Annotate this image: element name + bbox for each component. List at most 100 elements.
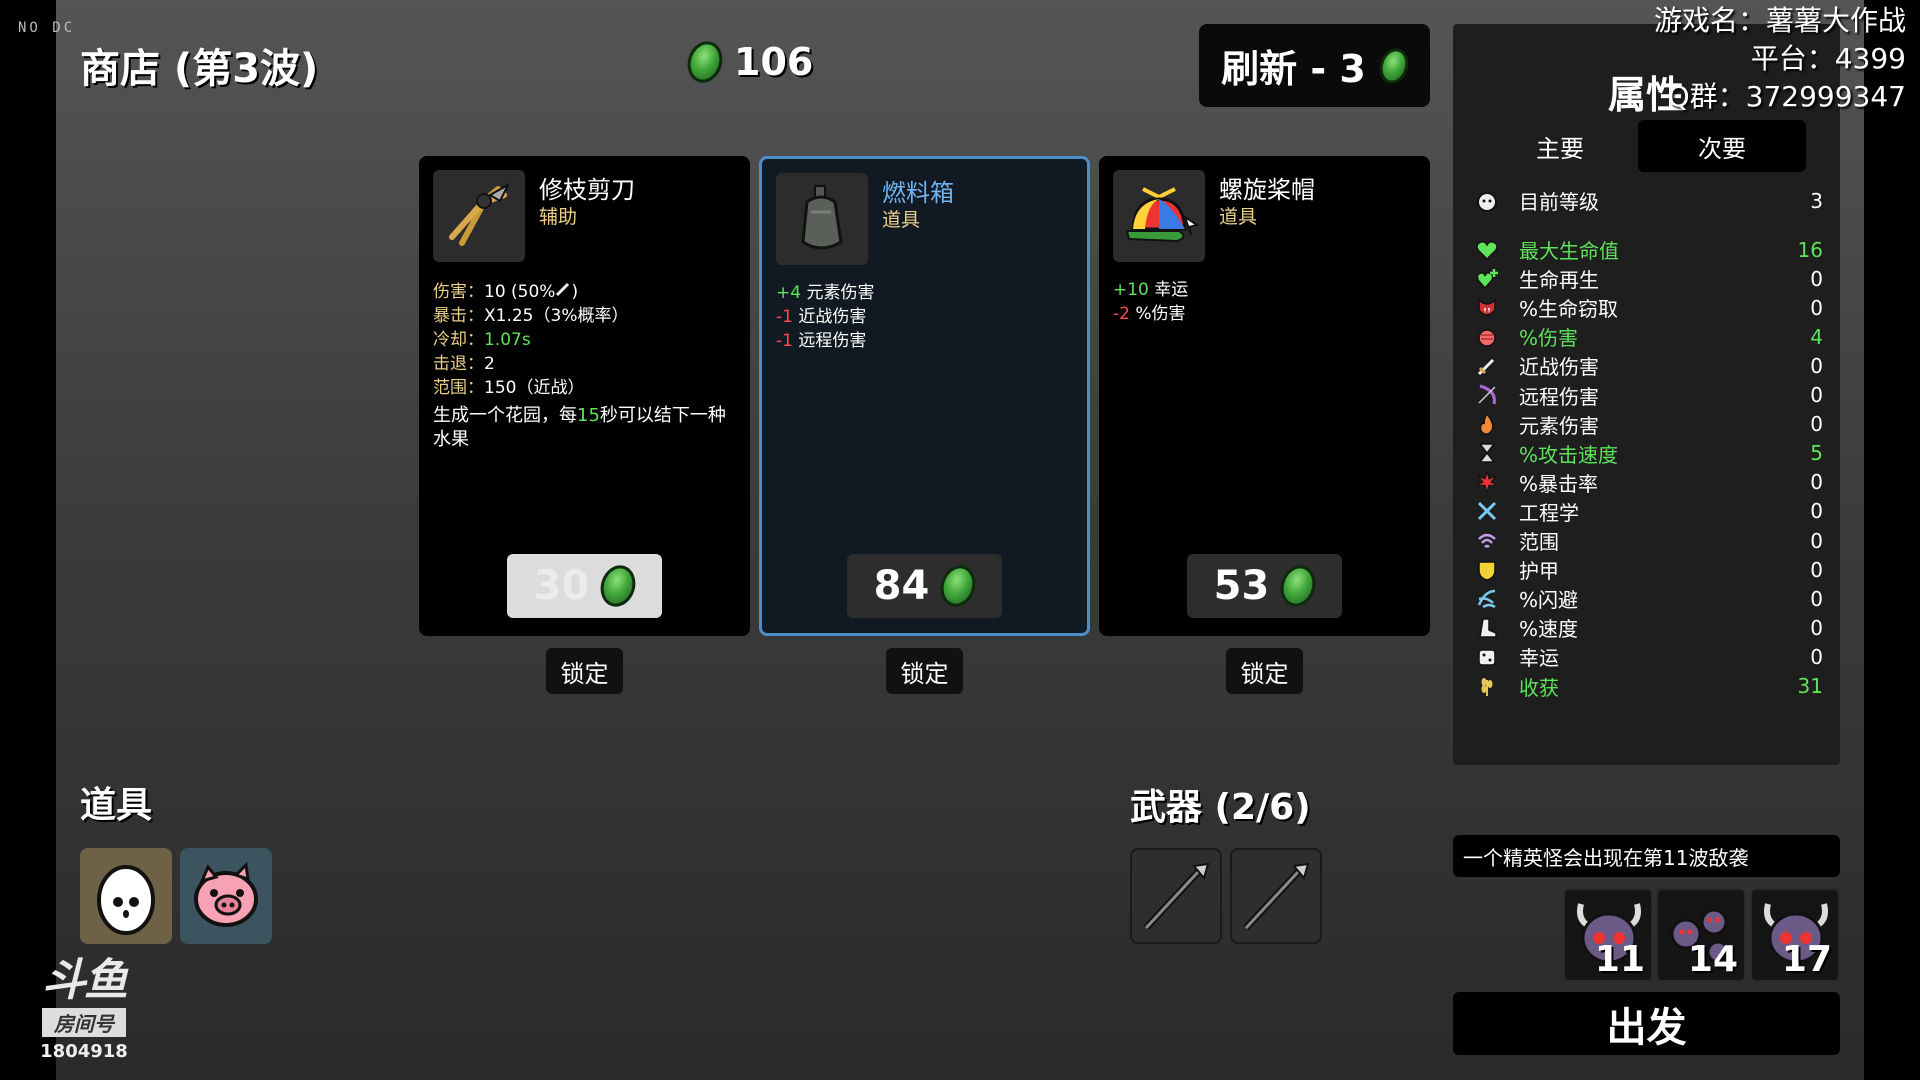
weapon-slot-2[interactable] <box>1230 848 1322 944</box>
buy-price-button[interactable]: 30 <box>507 554 662 618</box>
item-description: 生成一个花园，每15秒可以结下一种水果 <box>433 404 739 452</box>
stat-label: %生命窃取 <box>1519 297 1619 322</box>
douyu-room-id: 1804918 <box>40 1041 128 1062</box>
item-effects: +10 幸运 -2 %伤害 <box>1113 278 1419 326</box>
item-name: 螺旋桨帽 <box>1219 176 1315 204</box>
stat-value: 0 <box>1810 557 1823 582</box>
material-coin-icon <box>682 36 728 88</box>
stat-value: 0 <box>1810 644 1823 669</box>
lock-button-1[interactable]: 锁定 <box>546 648 623 694</box>
effect-value: -1 <box>776 307 793 327</box>
upcoming-wave-1: 11 <box>1563 888 1653 982</box>
stat-label: 范围 <box>1519 530 1559 554</box>
stat-label: %闪避 <box>1519 588 1579 613</box>
stat-label: 远程伤害 <box>1519 384 1599 409</box>
stat-row: 范围 0 <box>1473 526 1823 555</box>
stat-row: %闪避 0 <box>1473 584 1823 613</box>
stat-row: 护甲 0 <box>1473 555 1823 584</box>
stat-label: 暴击： <box>433 306 484 326</box>
stat-value: 150（近战） <box>484 378 585 398</box>
go-button[interactable]: 出发 <box>1453 992 1840 1055</box>
refresh-button[interactable]: 刷新 - 3 <box>1199 24 1430 107</box>
overlay-qq-group: Q群：372999347 <box>1667 80 1906 113</box>
stat-value: X1.25（3%概率） <box>484 306 629 326</box>
stat-label: 生命再生 <box>1519 268 1599 293</box>
effect-value: +4 <box>776 283 802 303</box>
crit-burst-icon <box>1473 468 1501 496</box>
shop-item-card-3[interactable]: 螺旋桨帽 道具 +10 幸运 -2 %伤害 53 <box>1099 156 1430 636</box>
shop-title: 商店 (第3波) <box>80 46 319 92</box>
effect-value: +10 <box>1113 280 1149 300</box>
regen-heart-icon <box>1473 265 1501 293</box>
lock-button-3[interactable]: 锁定 <box>1226 648 1303 694</box>
lock-button-2[interactable]: 锁定 <box>886 648 963 694</box>
stat-value: 2 <box>484 354 495 374</box>
item-type: 道具 <box>882 209 921 231</box>
stat-value: 4 <box>1810 324 1823 349</box>
piggy-bank-icon <box>194 861 258 927</box>
effect-label: %伤害 <box>1135 304 1186 324</box>
dice-icon <box>1473 643 1501 671</box>
buy-price-button[interactable]: 53 <box>1187 554 1342 618</box>
item-type: 道具 <box>1219 206 1258 228</box>
wave-number: 17 <box>1781 939 1832 980</box>
tab-primary[interactable]: 主要 <box>1476 120 1644 172</box>
sword-icon <box>556 282 570 297</box>
wave-number: 14 <box>1687 939 1738 980</box>
effect-value: -2 <box>1113 304 1130 324</box>
stat-label: 元素伤害 <box>1519 413 1599 438</box>
stat-row: %速度 0 <box>1473 613 1823 642</box>
stat-label: 近战伤害 <box>1519 355 1599 380</box>
stat-label: 护甲 <box>1519 559 1559 584</box>
stat-label: 最大生命值 <box>1519 239 1619 263</box>
no-dc-label: NO DC <box>18 20 76 36</box>
stat-value: 31 <box>1797 674 1823 698</box>
stream-overlay-info: 游戏名：薯薯大作战 平台：4399 Q群：372999347 <box>1654 2 1906 116</box>
effect-line: -1 远程伤害 <box>776 329 1082 353</box>
shop-item-card-1[interactable]: 修枝剪刀 辅助 伤害：10 (50%) 暴击：X1.25（3%概率） 冷却：1.… <box>419 156 750 636</box>
stats-panel: 属性 主要 次要 目前等级 3 最大生命值 16 生命再生 0 %生命窃取 0 %伤害 4 近战… <box>1453 24 1840 765</box>
stat-value: 0 <box>1810 266 1823 291</box>
stat-row: 远程伤害 0 <box>1473 381 1823 410</box>
stat-value: 0 <box>1810 528 1823 553</box>
material-coin-icon <box>1275 560 1321 612</box>
level-face-icon <box>1473 187 1501 215</box>
spear-icon <box>1143 862 1210 931</box>
materials-amount: 106 <box>734 40 814 84</box>
effect-label: 近战伤害 <box>798 307 867 327</box>
fist-icon <box>1473 323 1501 351</box>
stat-row-level: 目前等级 3 <box>1473 186 1823 215</box>
propeller-hat-icon <box>1113 170 1205 262</box>
effect-label: 幸运 <box>1154 280 1189 300</box>
sword-icon <box>1473 352 1501 380</box>
upcoming-wave-3: 17 <box>1750 888 1840 982</box>
inventory-slot-egg[interactable] <box>80 848 172 944</box>
stat-row: 工程学 0 <box>1473 497 1823 526</box>
effect-label: 远程伤害 <box>798 331 867 351</box>
buy-price-button[interactable]: 84 <box>847 554 1002 618</box>
stat-row: %伤害 4 <box>1473 322 1823 351</box>
effect-line: -2 %伤害 <box>1113 302 1419 326</box>
elite-wave-message: 一个精英怪会出现在第11波敌袭 <box>1453 835 1840 877</box>
shop-item-card-2[interactable]: 燃料箱 道具 +4 元素伤害 -1 近战伤害 -1 远程伤害 84 <box>759 156 1090 636</box>
inventory-slot-piggy[interactable] <box>180 848 272 944</box>
stat-label: %攻击速度 <box>1519 442 1619 467</box>
stat-label: 收获 <box>1519 675 1559 700</box>
effect-line: +10 幸运 <box>1113 278 1419 302</box>
weapon-slot-1[interactable] <box>1130 848 1222 944</box>
heart-icon <box>1473 236 1501 264</box>
stat-label: 范围： <box>433 378 484 398</box>
douyu-watermark: 斗鱼 房间号 1804918 <box>30 944 138 1062</box>
shield-icon <box>1473 556 1501 584</box>
stat-label: %伤害 <box>1519 326 1579 351</box>
stat-value: 0 <box>1810 412 1823 437</box>
bow-icon <box>1473 381 1501 409</box>
weapons-section-title: 武器 (2/6) <box>1130 787 1311 828</box>
stat-crit: 暴击：X1.25（3%概率） <box>433 304 739 328</box>
stat-value: 1.07s <box>484 330 531 350</box>
item-type: 辅助 <box>539 206 578 228</box>
tab-secondary[interactable]: 次要 <box>1638 120 1806 172</box>
stat-value-suffix: ) <box>571 282 579 302</box>
stat-row: %暴击率 0 <box>1473 468 1823 497</box>
stat-row: 最大生命值 16 <box>1473 235 1823 264</box>
